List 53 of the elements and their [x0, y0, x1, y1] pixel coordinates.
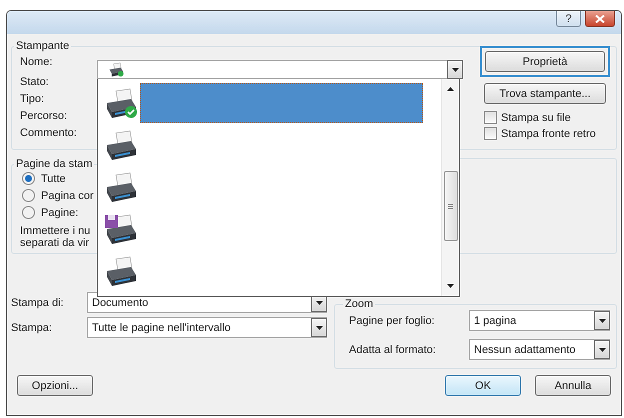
- find-printer-button[interactable]: Trova stampante...: [484, 83, 606, 104]
- options-button[interactable]: Opzioni...: [17, 375, 93, 396]
- checkbox-box[interactable]: [484, 127, 497, 140]
- radio-label: Tutte: [41, 172, 66, 184]
- field-label: Commento:: [20, 127, 78, 139]
- printer-icon: [108, 62, 124, 77]
- checkbox[interactable]: Stampa su file: [484, 111, 610, 124]
- hint-text: separati da vir: [20, 237, 90, 249]
- caret-icon: [316, 300, 322, 304]
- printer-dropdown[interactable]: [97, 60, 463, 79]
- radio-label: Pagina cor: [41, 190, 94, 202]
- field-label: Stampa:: [11, 322, 53, 334]
- checkbox-label: Stampa fronte retro: [501, 128, 596, 140]
- close-button[interactable]: [585, 11, 615, 27]
- checkbox-box[interactable]: [484, 111, 497, 124]
- field-label: Stampa di:: [11, 296, 65, 308]
- radio-label: Pagine:: [41, 206, 78, 218]
- radio-button[interactable]: [22, 189, 35, 202]
- caret-icon: [316, 326, 322, 330]
- printer-icon: [104, 129, 138, 161]
- checkbox[interactable]: Stampa fronte retro: [484, 127, 610, 140]
- radio-button[interactable]: [22, 206, 35, 219]
- dropdown[interactable]: 1 pagina: [469, 310, 610, 331]
- dropdown[interactable]: Nessun adattamento: [469, 339, 610, 360]
- field-label: Stato:: [20, 76, 50, 88]
- radio-button[interactable]: [22, 172, 35, 185]
- field-label: Percorso:: [20, 110, 68, 122]
- field-label: Tipo:: [20, 93, 46, 105]
- dropdown[interactable]: Tutte le pagine nell'intervallo: [87, 317, 327, 338]
- group-title: Stampante: [15, 40, 70, 52]
- caret-icon: [598, 318, 606, 322]
- group-title: Zoom: [344, 298, 374, 310]
- help-button[interactable]: ?: [556, 11, 581, 27]
- checkbox-label: Stampa su file: [501, 112, 571, 124]
- group-title: Pagine da stam: [15, 158, 94, 170]
- caret-icon: [452, 68, 458, 72]
- caret-icon: [598, 348, 606, 352]
- cancel-button[interactable]: Annulla: [535, 375, 611, 396]
- field-label: Nome:: [20, 56, 54, 68]
- properties-button[interactable]: Proprietà: [485, 51, 605, 72]
- grip-icon: [448, 204, 453, 208]
- field-label: Pagine per foglio:: [349, 314, 436, 326]
- close-icon: [595, 14, 605, 22]
- field-label: Adatta al formato:: [349, 344, 437, 356]
- ok-button[interactable]: OK: [445, 375, 521, 396]
- scrollbar[interactable]: [441, 79, 459, 296]
- printer-icon: [104, 255, 138, 287]
- printer-icon: [104, 87, 138, 119]
- hint-text: Immettere i nu: [20, 225, 92, 237]
- scroll-up-icon: [447, 87, 454, 91]
- printer-icon: [104, 171, 138, 203]
- scroll-down-icon: [447, 284, 454, 288]
- printer-icon: [104, 213, 138, 245]
